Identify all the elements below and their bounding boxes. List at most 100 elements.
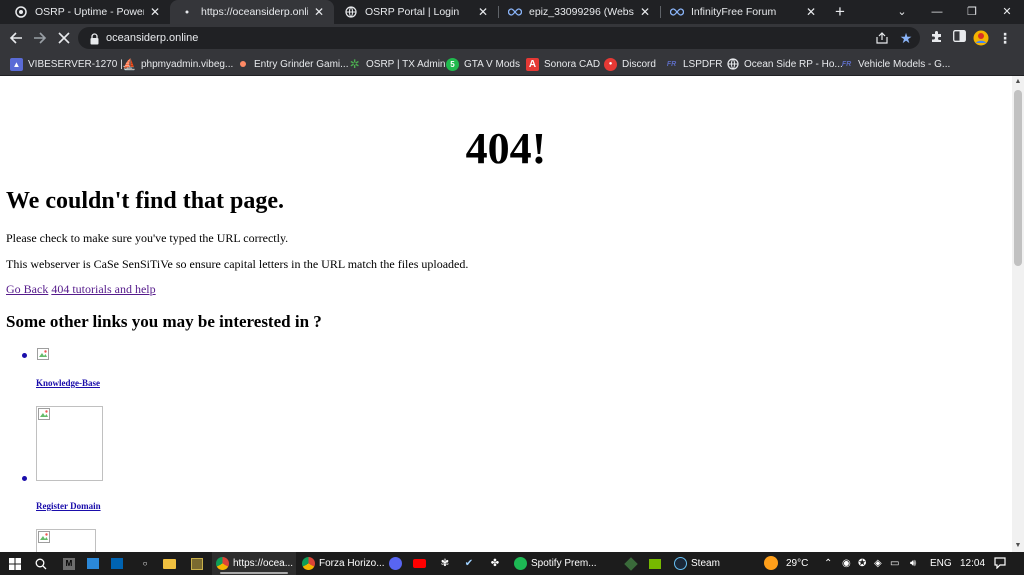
language-indicator[interactable]: ENG xyxy=(930,552,952,575)
dot-icon xyxy=(236,58,249,71)
tutorials-help-link[interactable]: 404 tutorials and help xyxy=(51,282,155,296)
bookmark-lspdfr[interactable]: FR LSPDFR xyxy=(665,56,723,72)
share-icon[interactable] xyxy=(874,30,890,46)
bookmark-vehicle-models[interactable]: FR Vehicle Models - G... xyxy=(840,56,950,72)
steam-icon xyxy=(674,557,687,570)
broken-image-icon xyxy=(36,347,50,360)
bookmark-label: Vehicle Models - G... xyxy=(858,58,951,70)
tab-close-icon[interactable]: ✕ xyxy=(638,5,652,19)
discord-icon[interactable] xyxy=(386,555,404,572)
lspdfr-icon: FR xyxy=(841,60,852,68)
tab-osrp-uptime[interactable]: OSRP - Uptime - Powered by ✕ xyxy=(4,0,170,24)
bookmark-ocean-side-rp[interactable]: Ocean Side RP - Ho... xyxy=(726,56,843,72)
extensions-puzzle-icon[interactable] xyxy=(928,30,944,46)
bookmark-star-icon[interactable]: ★ xyxy=(898,30,914,46)
clock[interactable]: 12:04 xyxy=(960,552,985,575)
app-icon[interactable]: ○ xyxy=(136,555,154,572)
tab-title: https://oceansiderp.online xyxy=(201,6,308,18)
loading-icon xyxy=(180,5,194,19)
broken-image-icon xyxy=(38,408,50,420)
windows-taskbar: M ○ https://ocea... Forza Horizo... ✾ ✔ … xyxy=(0,552,1024,575)
infinity-favicon-icon xyxy=(670,5,684,19)
search-icon[interactable] xyxy=(32,555,50,572)
scroll-up-arrow-icon[interactable]: ▲ xyxy=(1012,76,1024,88)
windows-start-icon[interactable] xyxy=(6,555,24,572)
youtube-icon[interactable] xyxy=(410,555,428,572)
tab-close-icon[interactable]: ✕ xyxy=(804,5,818,19)
infinity-favicon-icon xyxy=(508,5,522,19)
register-domain-image[interactable] xyxy=(36,406,103,481)
app-icon[interactable]: ✤ xyxy=(486,555,504,572)
bookmark-sonora-cad[interactable]: A Sonora CAD xyxy=(526,56,600,72)
taskbar-app-forza[interactable]: Forza Horizo... xyxy=(298,552,385,575)
lock-icon[interactable] xyxy=(90,32,99,45)
tab-osrp-portal[interactable]: OSRP Portal | Login ✕ xyxy=(334,0,498,24)
app-icon[interactable] xyxy=(622,555,640,572)
lspdfr-icon: FR xyxy=(666,60,677,68)
bookmark-label: Sonora CAD xyxy=(544,58,601,70)
tray-app-icon[interactable]: ◈ xyxy=(874,552,882,575)
page-scrollbar[interactable]: ▲ ▼ xyxy=(1012,76,1024,552)
taskbar-app-label: Spotify Prem... xyxy=(531,558,597,569)
notifications-icon[interactable] xyxy=(994,552,1006,575)
nvidia-icon[interactable] xyxy=(646,555,664,572)
app-icon[interactable] xyxy=(84,555,102,572)
network-icon[interactable]: ▭ xyxy=(890,552,899,575)
tray-app-icon[interactable]: ◉ xyxy=(842,552,851,575)
phpmyadmin-icon: ⛵ xyxy=(122,58,137,71)
url-text[interactable]: oceansiderp.online xyxy=(106,31,198,45)
minimize-button[interactable]: — xyxy=(920,0,954,24)
app-icon[interactable]: M xyxy=(60,555,78,572)
bookmarks-bar: ▲ VIBESERVER-1270 |... ⛵ phpmyadmin.vibe… xyxy=(0,52,1024,76)
gta5mods-icon: 5 xyxy=(446,57,459,71)
tab-search-chevron-icon[interactable]: ⌄ xyxy=(885,0,919,24)
not-found-heading: We couldn't find that page. xyxy=(6,188,285,214)
forward-arrow-icon[interactable] xyxy=(30,28,50,48)
go-back-link[interactable]: Go Back xyxy=(6,282,48,296)
weather-widget[interactable]: 29°C xyxy=(764,552,808,575)
bookmark-entry-grinder[interactable]: Entry Grinder Gami... xyxy=(236,56,348,72)
tray-app-icon[interactable]: ✪ xyxy=(858,552,866,575)
address-bar[interactable]: oceansiderp.online ★ xyxy=(78,27,920,49)
tab-close-icon[interactable]: ✕ xyxy=(476,5,490,19)
more-menu-icon[interactable]: ⋮ xyxy=(997,30,1013,46)
domain-image[interactable] xyxy=(36,529,96,552)
bookmark-gta-v-mods[interactable]: 5 GTA V Mods xyxy=(446,56,520,72)
knowledge-base-link[interactable]: Knowledge-Base xyxy=(36,378,100,389)
taskbar-app-spotify[interactable]: Spotify Prem... xyxy=(510,552,598,575)
back-arrow-icon[interactable] xyxy=(6,28,26,48)
file-explorer-icon[interactable] xyxy=(160,555,178,572)
bookmark-label: Ocean Side RP - Ho... xyxy=(744,58,843,70)
taskbar-app-chrome[interactable]: https://ocea... xyxy=(212,552,296,575)
tab-close-icon[interactable]: ✕ xyxy=(312,5,326,19)
tab-oceansiderp[interactable]: https://oceansiderp.online ✕ xyxy=(170,0,334,24)
app-icon[interactable] xyxy=(108,555,126,572)
app-icon[interactable]: ✾ xyxy=(436,555,454,572)
avatar[interactable] xyxy=(973,30,989,46)
bookmark-phpmyadmin[interactable]: ⛵ phpmyadmin.vibeg... xyxy=(122,56,234,72)
bookmark-osrp-txadmin[interactable]: ✲ OSRP | TX Admin xyxy=(348,56,445,72)
tab-infinityfree-forum[interactable]: InfinityFree Forum ✕ xyxy=(660,0,826,24)
tray-chevron-icon[interactable]: ⌃ xyxy=(824,552,832,575)
volume-icon[interactable]: 🔊︎ xyxy=(910,552,916,575)
sonora-icon: A xyxy=(526,57,539,71)
side-panel-icon[interactable] xyxy=(951,30,967,46)
bookmark-label: Entry Grinder Gami... xyxy=(254,58,349,70)
tab-epiz[interactable]: epiz_33099296 (Website for ✕ xyxy=(498,0,660,24)
chrome-icon xyxy=(216,557,229,570)
close-window-button[interactable]: ✕ xyxy=(990,0,1024,24)
register-domain-link[interactable]: Register Domain xyxy=(36,501,101,512)
app-icon[interactable] xyxy=(188,555,206,572)
bookmark-vibeserver[interactable]: ▲ VIBESERVER-1270 |... xyxy=(10,56,131,72)
tab-close-icon[interactable]: ✕ xyxy=(148,5,162,19)
bookmark-discord[interactable]: ● Discord xyxy=(604,56,656,72)
stop-loading-icon[interactable] xyxy=(54,28,74,48)
bookmark-label: Discord xyxy=(622,58,656,70)
taskbar-app-steam[interactable]: Steam xyxy=(670,552,730,575)
restore-button[interactable]: ❐ xyxy=(955,0,989,24)
uptime-favicon-icon xyxy=(14,5,28,19)
steam-alt-icon[interactable]: ✔ xyxy=(460,555,478,572)
scroll-down-arrow-icon[interactable]: ▼ xyxy=(1012,540,1024,552)
scrollbar-thumb[interactable] xyxy=(1014,90,1022,266)
new-tab-button[interactable]: + xyxy=(830,2,850,22)
